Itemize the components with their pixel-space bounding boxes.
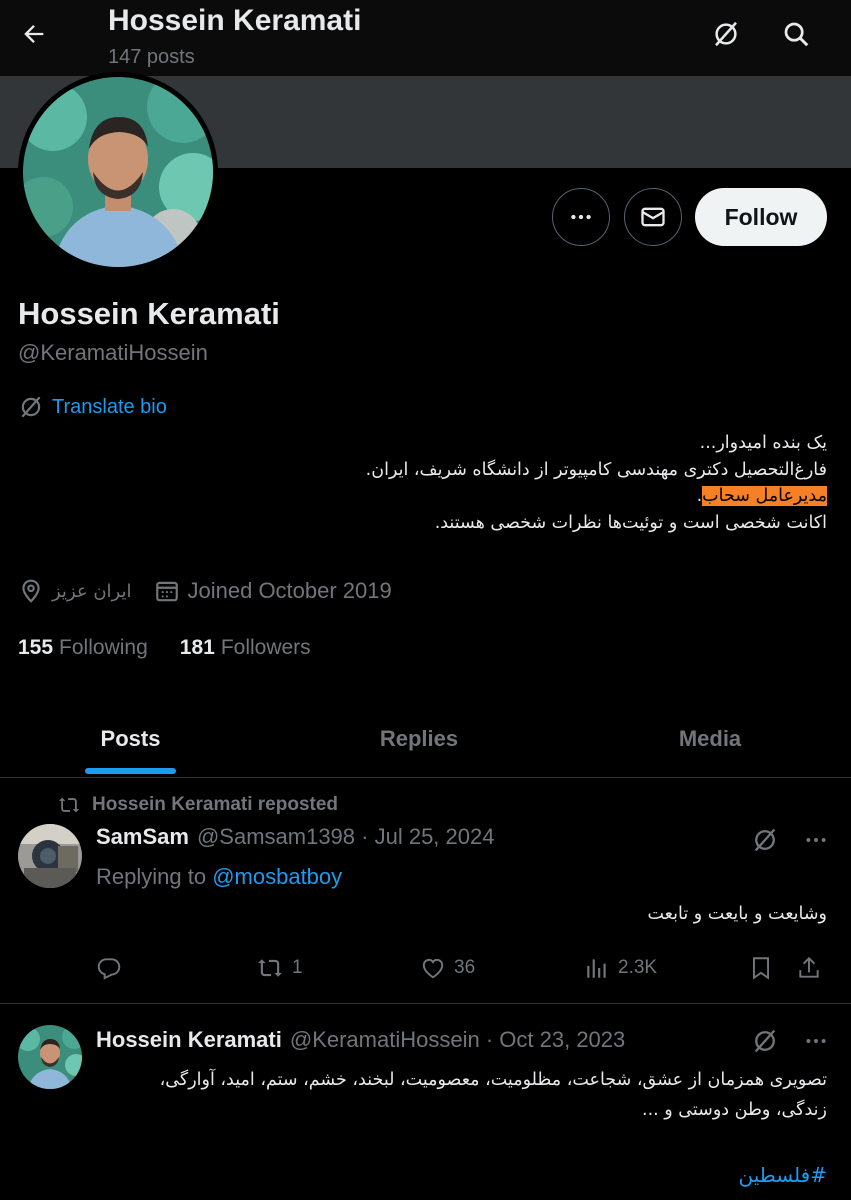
message-button[interactable] [624, 188, 682, 246]
avatar[interactable] [18, 824, 82, 888]
repost-icon [58, 797, 80, 813]
header-title: Hossein Keramati [108, 4, 362, 37]
bio-line: مدیرعامل سحاب. [696, 486, 827, 506]
bookmark-icon [752, 957, 770, 980]
repost-icon [258, 959, 282, 977]
follow-button[interactable]: Follow [695, 188, 827, 246]
post-username[interactable]: @Samsam1398 [197, 824, 355, 850]
translate-bio-link[interactable]: Translate bio [18, 394, 167, 420]
post-top-icons [751, 826, 829, 854]
more-dots-icon[interactable] [803, 1028, 829, 1054]
top-bar: Hossein Keramati 147 posts [0, 0, 851, 76]
bio-highlight: مدیرعامل سحاب [702, 486, 827, 506]
post-username[interactable]: @KeramatiHossein [290, 1027, 480, 1053]
translate-icon[interactable] [751, 1027, 779, 1055]
post-display-name[interactable]: SamSam [96, 824, 189, 850]
views-count: 2.3K [618, 957, 658, 978]
follow-stats: 155 Following 181 Followers [18, 636, 343, 660]
replying-to: Replying to @mosbatboy [96, 864, 343, 889]
back-arrow-icon [24, 25, 44, 43]
more-options-button[interactable] [552, 188, 610, 246]
location-label: ایران عزیز [52, 580, 132, 602]
location-pin-icon [22, 579, 40, 603]
tab-replies[interactable]: Replies [290, 700, 548, 778]
share-icon [799, 956, 819, 978]
repost-label: Hossein Keramati reposted [92, 794, 339, 815]
profile-avatar[interactable] [18, 72, 218, 272]
post-item[interactable]: Hossein Keramati reposted SamSam @Samsam… [0, 778, 851, 1004]
header-posts-count: 147 posts [108, 46, 195, 68]
post-top-icons [751, 1027, 829, 1055]
post-item[interactable]: Hossein Keramati @KeramatiHossein · Oct … [0, 1005, 851, 1200]
more-dots-icon [571, 214, 591, 220]
calendar-icon [155, 581, 178, 602]
post-actions: 1 36 2.3K [96, 950, 826, 986]
active-tab-indicator [85, 768, 176, 774]
profile-tabs: Posts Replies Media [0, 700, 851, 778]
translate-icon [21, 396, 41, 418]
more-dots-icon[interactable] [803, 827, 829, 853]
repost-indicator: Hossein Keramati reposted [56, 794, 338, 816]
translate-bio-label: Translate bio [52, 395, 167, 418]
post-text: تصویری همزمان از عشق، شجاعت، مظلومیت، مع… [159, 1070, 827, 1120]
tab-media[interactable]: Media [580, 700, 840, 778]
joined-label: Joined October 2019 [187, 578, 392, 603]
post-text: وشایعت و بایعت و تابعت [647, 904, 828, 924]
profile-handle: @KeramatiHossein [18, 340, 208, 365]
translate-button[interactable] [706, 14, 746, 54]
hashtag-link[interactable]: #فلسطین [739, 1163, 827, 1187]
reply-icon [97, 958, 121, 980]
like-button[interactable]: 36 [420, 950, 475, 986]
bookmark-button[interactable] [748, 950, 774, 986]
views-button[interactable]: 2.3K [584, 950, 657, 986]
repost-button[interactable]: 1 [256, 950, 303, 986]
post-header: SamSam @Samsam1398 · Jul 25, 2024 [96, 824, 495, 850]
heart-icon [422, 958, 444, 979]
location-item: ایران عزیز [18, 578, 132, 604]
bio-line: یک بنده امیدوار... [699, 433, 827, 453]
avatar[interactable] [18, 1025, 82, 1089]
bio-line: فارغ‌التحصیل دکتری مهندسی کامپیوتر از دا… [365, 459, 827, 480]
profile-bio: یک بنده امیدوار... فارغ‌التحصیل دکتری مه… [27, 430, 827, 536]
following-link[interactable]: 155 Following [18, 636, 148, 660]
post-display-name[interactable]: Hossein Keramati [96, 1027, 282, 1053]
profile-meta: ایران عزیز Joined October 2019 [18, 578, 414, 604]
translate-icon[interactable] [751, 826, 779, 854]
views-icon [587, 959, 606, 978]
back-button[interactable] [14, 14, 54, 54]
reply-button[interactable] [96, 950, 122, 986]
replying-to-link[interactable]: @mosbatboy [212, 864, 342, 889]
like-count: 36 [454, 957, 476, 978]
mail-icon [641, 207, 665, 227]
share-button[interactable] [796, 950, 822, 986]
bio-line: اکانت شخصی است و توئیت‌ها نظرات شخصی هست… [434, 512, 827, 533]
post-date[interactable]: Jul 25, 2024 [375, 824, 495, 850]
tab-posts[interactable]: Posts [0, 700, 261, 778]
post-header: Hossein Keramati @KeramatiHossein · Oct … [96, 1027, 626, 1053]
translate-icon [715, 21, 737, 47]
repost-count: 1 [292, 957, 303, 978]
followers-link[interactable]: 181 Followers [180, 636, 311, 660]
search-icon [784, 22, 809, 47]
profile-name: Hossein Keramati [18, 296, 280, 331]
post-date[interactable]: Oct 23, 2023 [499, 1027, 625, 1053]
search-button[interactable] [776, 14, 816, 54]
joined-item: Joined October 2019 [154, 578, 392, 604]
